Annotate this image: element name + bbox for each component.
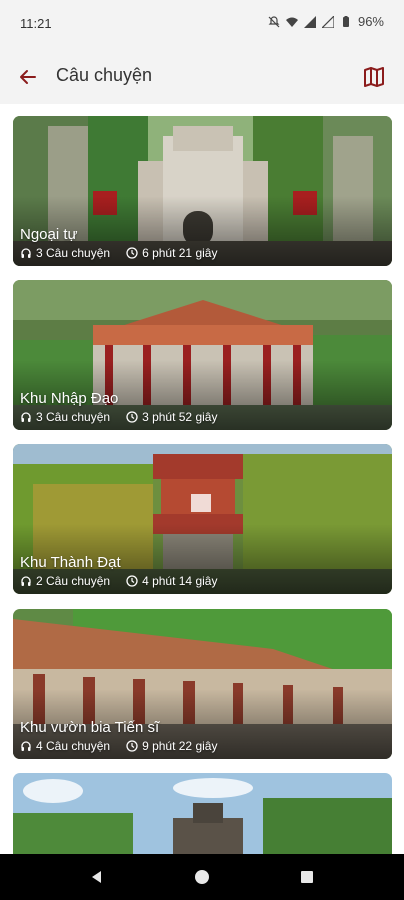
card-stories: 4 Câu chuyện [36, 739, 111, 753]
card-stories: 2 Câu chuyện [36, 574, 111, 588]
card-title: Ngoại tự [20, 226, 78, 243]
map-icon [364, 67, 384, 87]
story-card[interactable]: Ngoại tự 3 Câu chuyện 6 phút 21 giây [13, 116, 392, 266]
card-stories: 3 Câu chuyện [36, 410, 111, 424]
card-title: Khu vườn bia Tiến sĩ [20, 719, 160, 736]
signal-icon [303, 15, 316, 28]
story-card[interactable]: Khu Nhập Đạo 3 Câu chuyện 3 phút 52 giây [13, 280, 392, 430]
system-nav-bar [0, 854, 404, 900]
nav-recents-icon [301, 871, 313, 883]
nav-back-icon [92, 871, 101, 883]
battery-level: 96% [357, 14, 384, 29]
card-stories: 3 Câu chuyện [36, 246, 111, 260]
wifi-icon [285, 17, 298, 27]
headphones-icon [21, 412, 31, 422]
signal-icon-2 [321, 15, 334, 28]
story-card[interactable] [13, 773, 392, 854]
card-meta: 3 Câu chuyện 6 phút 21 giây [20, 246, 217, 260]
card-duration: 3 phút 52 giây [142, 410, 218, 424]
card-title: Khu Thành Đạt [20, 554, 121, 571]
nav-back-button[interactable] [86, 866, 108, 888]
mute-icon [268, 15, 280, 27]
story-card[interactable]: Khu Thành Đạt 2 Câu chuyện 4 phút 14 giâ… [13, 444, 392, 594]
card-title: Khu Nhập Đạo [20, 390, 119, 407]
story-card[interactable]: Khu vườn bia Tiến sĩ 4 Câu chuyện 9 phút… [13, 609, 392, 759]
arrow-left-icon [20, 70, 36, 84]
nav-recents-button[interactable] [296, 866, 318, 888]
card-duration: 9 phút 22 giây [142, 739, 218, 753]
clock-icon [126, 575, 138, 587]
status-time: 11:21 [20, 16, 52, 31]
card-image [13, 773, 392, 854]
page-title: Câu chuyện [56, 65, 153, 85]
battery-icon [342, 15, 349, 27]
story-list[interactable]: Ngoại tự 3 Câu chuyện 6 phút 21 giây Khu… [0, 104, 404, 854]
nav-home-icon [195, 870, 209, 884]
card-meta: 4 Câu chuyện 9 phút 22 giây [20, 739, 217, 753]
card-meta: 3 Câu chuyện 3 phút 52 giây [20, 410, 217, 424]
clock-icon [126, 247, 138, 259]
headphones-icon [21, 576, 31, 586]
status-bar: 11:21 96% [0, 0, 404, 46]
headphones-icon [21, 741, 31, 751]
map-button[interactable] [360, 63, 388, 91]
card-duration: 6 phút 21 giây [142, 246, 218, 260]
clock-icon [126, 411, 138, 423]
clock-icon [126, 740, 138, 752]
card-meta: 2 Câu chuyện 4 phút 14 giây [20, 574, 217, 588]
status-icons: 96% [268, 14, 384, 29]
back-button[interactable] [14, 63, 42, 91]
card-duration: 4 phút 14 giây [142, 574, 218, 588]
headphones-icon [21, 248, 31, 258]
app-header: Câu chuyện [0, 46, 404, 104]
nav-home-button[interactable] [191, 866, 213, 888]
